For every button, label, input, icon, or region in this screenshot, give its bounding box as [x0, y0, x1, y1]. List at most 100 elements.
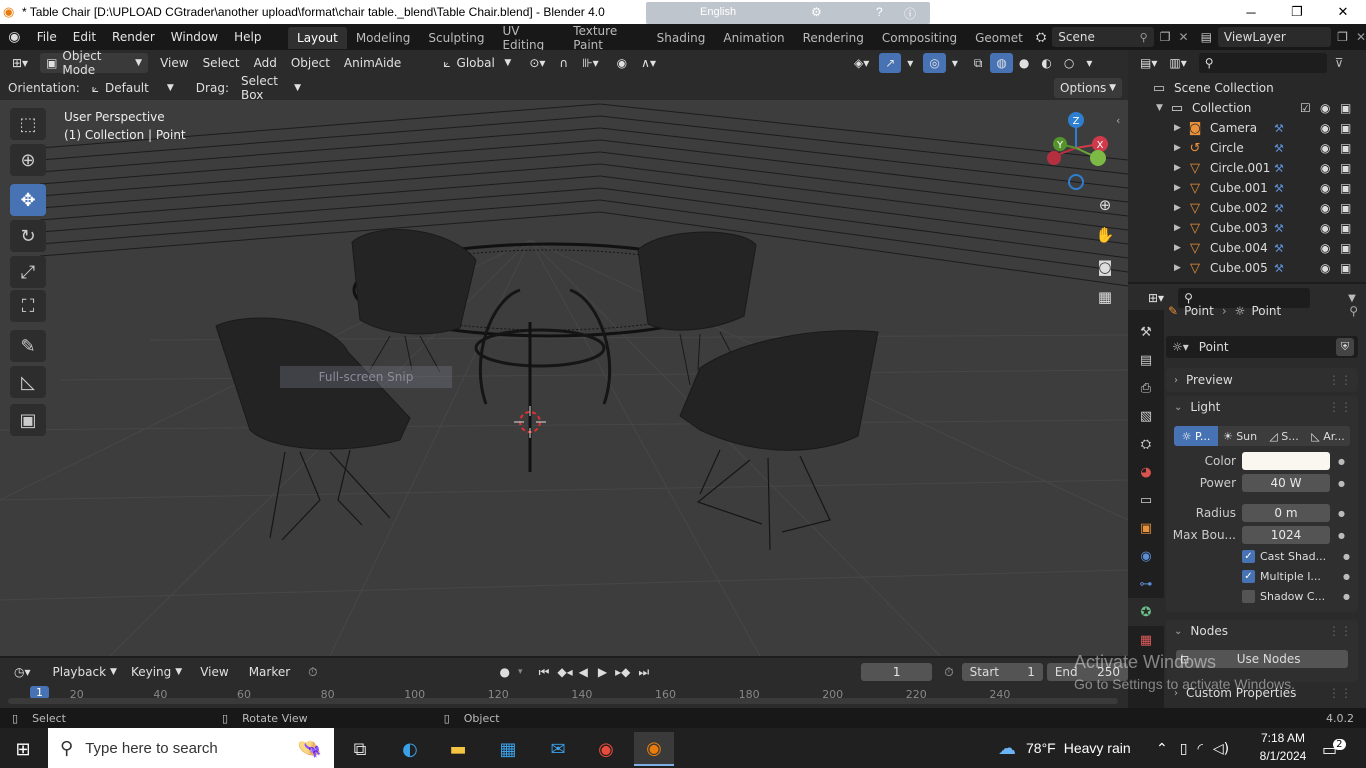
eye-icon[interactable]: ◉ [1320, 201, 1330, 215]
auto-key-record-icon[interactable]: ● [500, 665, 510, 679]
panel-preview[interactable]: › Preview ⋮⋮ [1166, 368, 1358, 392]
pin-icon[interactable]: ⚲ [1349, 304, 1358, 318]
eye-icon[interactable]: ◉ [1320, 221, 1330, 235]
tool-select-box[interactable]: ⬚ [10, 108, 46, 140]
chevron-down-icon[interactable]: ▾ [518, 667, 523, 677]
menu-render[interactable]: Render [104, 24, 163, 50]
outliner-row-object[interactable]: ▶ ▽ Cube.001 ⚒ ◉ ▣ [1128, 178, 1366, 198]
zoom-button[interactable]: ⊕ [1092, 192, 1118, 218]
workspace-tab-geometry[interactable]: Geomet [966, 27, 1032, 49]
workspace-tab-animation[interactable]: Animation [714, 27, 793, 49]
pin-icon[interactable]: ⚲ [1140, 31, 1148, 44]
drag-handle-icon[interactable]: ⋮⋮ [1328, 373, 1352, 387]
clock-date[interactable]: 8/1/2024 [1258, 749, 1308, 763]
pivot-point-button[interactable]: ⊙▾ [523, 53, 551, 73]
eye-icon[interactable]: ◉ [1320, 261, 1330, 275]
modifier-icon[interactable]: ⚒ [1274, 162, 1284, 175]
clock-time[interactable]: 7:18 AM [1258, 731, 1308, 745]
workspace-tab-modeling[interactable]: Modeling [347, 27, 420, 49]
ime-help-icon[interactable]: ? [876, 5, 883, 19]
outliner-row-collection[interactable]: ▼ ▭ Collection ☑ ◉ ▣ [1128, 98, 1366, 118]
view-layer-icon[interactable]: ▤ [1201, 30, 1212, 44]
mail-button[interactable]: ✉ [538, 732, 578, 766]
start-button[interactable]: ⊞ [12, 738, 34, 760]
chair-front-right[interactable] [679, 330, 879, 551]
workspace-tab-rendering[interactable]: Rendering [794, 27, 873, 49]
ime-settings-icon[interactable]: ⚙ [811, 5, 822, 19]
tab-output[interactable]: ⎙ [1128, 374, 1164, 402]
outliner-display-mode[interactable]: ▥▾ [1163, 53, 1192, 73]
expand-arrow-icon[interactable]: ▶ [1174, 263, 1188, 273]
snap-toggle[interactable]: ∩ [553, 53, 574, 73]
chrome-button[interactable]: ◉ [586, 732, 626, 766]
power-field[interactable]: 40 W [1242, 474, 1330, 492]
jump-start-icon[interactable]: ⏮ [539, 665, 550, 680]
eye-icon[interactable]: ◉ [1320, 121, 1330, 135]
viewport-menu-object[interactable]: Object [285, 53, 336, 73]
fake-user-shield-icon[interactable]: ⛨ [1336, 338, 1354, 356]
keyframe-dot-icon[interactable]: ● [1338, 509, 1345, 518]
scene-icon[interactable]: ⛭ [1036, 30, 1046, 45]
expand-arrow-icon[interactable]: ▶ [1174, 183, 1188, 193]
keyframe-dot-icon[interactable]: ● [1338, 457, 1345, 466]
expand-arrow-icon[interactable]: ▶ [1174, 243, 1188, 253]
camera-render-icon[interactable]: ▣ [1340, 181, 1351, 195]
outliner-row-object[interactable]: ▶ ↺ Circle ⚒ ◉ ▣ [1128, 138, 1366, 158]
editor-type-button[interactable]: ⊞▾ [6, 53, 34, 73]
tray-device-icon[interactable]: ▯ [1180, 741, 1188, 757]
expand-arrow-icon[interactable]: ▶ [1174, 143, 1188, 153]
workspace-tab-texture-paint[interactable]: Texture Paint [564, 24, 647, 52]
camera-render-icon[interactable]: ▣ [1340, 221, 1351, 235]
modifier-icon[interactable]: ⚒ [1274, 222, 1284, 235]
falloff-button[interactable]: ∧▾ [635, 53, 662, 73]
transform-orientation-dropdown[interactable]: ⟀ Global ▼ [437, 53, 517, 73]
workspace-tab-sculpting[interactable]: Sculpting [419, 27, 493, 49]
prop-row-shadow-caustics[interactable]: Shadow C... ● [1242, 590, 1358, 603]
checkbox-checked-icon[interactable]: ✓ [1242, 570, 1255, 583]
expand-arrow-icon[interactable]: ▶ [1174, 163, 1188, 173]
modifier-icon[interactable]: ⚒ [1274, 182, 1284, 195]
keying-menu[interactable]: Keying ▼ [125, 662, 188, 682]
expand-arrow-icon[interactable]: ▶ [1174, 203, 1188, 213]
start-frame-field[interactable]: Start 1 [961, 663, 1043, 681]
overlays-toggle[interactable]: ◎ [923, 53, 946, 73]
tab-collection[interactable]: ▭ [1128, 486, 1164, 514]
shading-material[interactable]: ◐ [1035, 53, 1057, 73]
ime-language[interactable]: English [700, 6, 736, 18]
expand-arrow-icon[interactable]: ▶ [1174, 223, 1188, 233]
timeline-view-menu[interactable]: View [194, 662, 234, 682]
tray-chevron-up-icon[interactable]: ⌃ [1156, 741, 1168, 757]
light-type-area[interactable]: ◺ Ar... [1306, 426, 1350, 446]
gizmo-options[interactable]: ▾ [901, 53, 919, 73]
menu-window[interactable]: Window [163, 24, 226, 50]
close-button[interactable]: ✕ [1320, 0, 1366, 24]
wifi-icon[interactable]: ◜ [1197, 741, 1202, 757]
sidebar-toggle-icon[interactable]: ‹ [1116, 114, 1120, 127]
tab-view-layer[interactable]: ▧ [1128, 402, 1164, 430]
overlays-options[interactable]: ▾ [946, 53, 964, 73]
viewport-menu-view[interactable]: View [154, 53, 194, 73]
menu-file[interactable]: File [29, 24, 65, 50]
remove-view-layer-icon[interactable]: ✕ [1356, 30, 1366, 44]
camera-render-icon[interactable]: ▣ [1340, 201, 1351, 215]
timeline-scrollbar[interactable] [8, 698, 1118, 704]
orientation-dropdown[interactable]: ⟀ Default ▼ [85, 78, 180, 98]
workspace-tab-uv-editing[interactable]: UV Editing [493, 24, 564, 52]
modifier-icon[interactable]: ⚒ [1274, 242, 1284, 255]
keyframe-dot-icon[interactable]: ● [1343, 552, 1350, 561]
taskbar-search-box[interactable]: ⚲ Type here to search 👒 [48, 728, 334, 768]
workspace-tab-layout[interactable]: Layout [288, 27, 347, 49]
keyframe-dot-icon[interactable]: ● [1343, 592, 1350, 601]
tab-texture[interactable]: ▦ [1128, 626, 1164, 654]
perspective-toggle-button[interactable]: ▦ [1092, 284, 1118, 310]
checkbox-checked-icon[interactable]: ✓ [1242, 550, 1255, 563]
outliner-row-object[interactable]: ▶ ▽ Cube.004 ⚒ ◉ ▣ [1128, 238, 1366, 258]
viewport-menu-add[interactable]: Add [248, 53, 283, 73]
drag-handle-icon[interactable]: ⋮⋮ [1328, 624, 1352, 638]
pan-button[interactable]: ✋ [1092, 222, 1118, 248]
modifier-icon[interactable]: ⚒ [1274, 262, 1284, 275]
eye-icon[interactable]: ◉ [1320, 101, 1330, 115]
scene-selector[interactable]: Scene ⚲ [1052, 27, 1154, 47]
tab-tool[interactable]: ⚒ [1128, 318, 1164, 346]
prop-row-cast-shadow[interactable]: ✓ Cast Shad... ● [1242, 550, 1358, 563]
